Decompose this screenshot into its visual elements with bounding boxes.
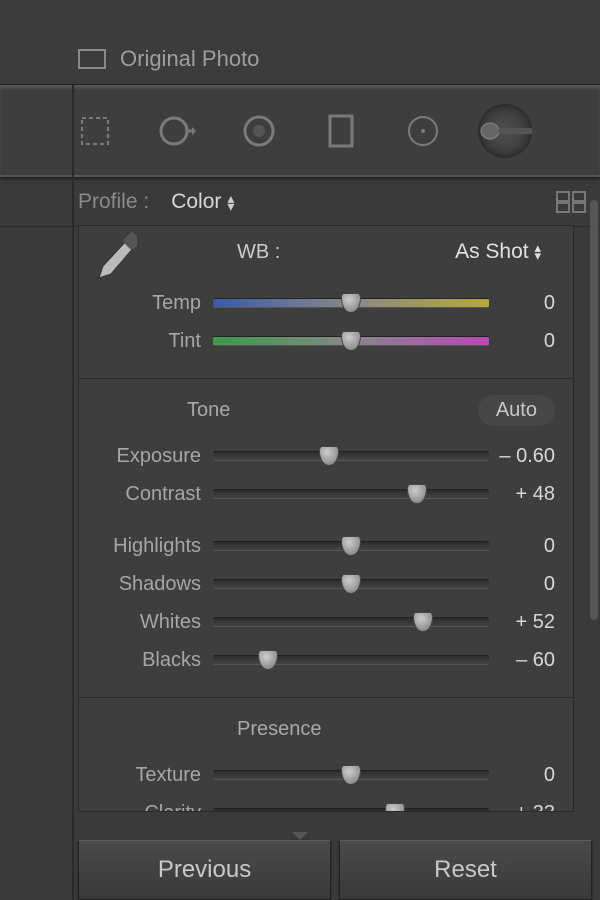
brush-tool[interactable] (478, 104, 532, 158)
scrollbar[interactable] (590, 200, 598, 620)
profile-row[interactable]: Profile : Color ▴▾ (0, 177, 600, 227)
exposure-slider[interactable]: Exposure – 0.60 (97, 437, 555, 475)
presence-section: Presence Texture 0 Clarity + 33 (79, 698, 573, 812)
profile-label: Profile : (78, 190, 149, 214)
blacks-slider[interactable]: Blacks – 60 (97, 641, 555, 679)
wb-dropdown[interactable]: As Shot ▴▾ (455, 240, 541, 264)
presence-title: Presence (237, 718, 322, 741)
temp-slider[interactable]: Temp 0 (97, 284, 555, 322)
whites-slider[interactable]: Whites + 52 (97, 603, 555, 641)
spot-tool[interactable] (150, 104, 204, 158)
redeye-tool[interactable] (232, 104, 286, 158)
texture-slider[interactable]: Texture 0 (97, 756, 555, 794)
collapse-arrow-icon[interactable] (292, 832, 308, 840)
auto-button[interactable]: Auto (478, 395, 555, 426)
wb-section: WB : As Shot ▴▾ Temp 0 Tint 0 (79, 226, 573, 379)
checkbox-icon (78, 49, 106, 69)
radial-tool[interactable] (396, 104, 450, 158)
contrast-slider[interactable]: Contrast + 48 (97, 475, 555, 513)
original-photo-label: Original Photo (120, 46, 259, 72)
previous-button[interactable]: Previous (78, 840, 331, 900)
bottom-buttons: Previous Reset (78, 840, 592, 900)
shadows-slider[interactable]: Shadows 0 (97, 565, 555, 603)
crop-tool[interactable] (68, 104, 122, 158)
grid-view-icon[interactable] (556, 191, 586, 213)
tone-title: Tone (187, 399, 230, 422)
highlights-slider[interactable]: Highlights 0 (97, 527, 555, 565)
wb-label: WB : (237, 241, 280, 264)
tool-strip (0, 85, 600, 177)
clarity-slider[interactable]: Clarity + 33 (97, 794, 555, 812)
gradient-tool[interactable] (314, 104, 368, 158)
reset-button[interactable]: Reset (339, 840, 592, 900)
profile-value: Color (171, 190, 221, 214)
original-photo-toggle[interactable]: Original Photo (78, 46, 259, 72)
updown-icon: ▴▾ (227, 194, 234, 210)
develop-panels: WB : As Shot ▴▾ Temp 0 Tint 0 Tone Auto … (78, 225, 574, 812)
header-bar: Original Photo (0, 0, 600, 85)
tone-section: Tone Auto Exposure – 0.60 Contrast + 48 … (79, 379, 573, 698)
tint-slider[interactable]: Tint 0 (97, 322, 555, 360)
